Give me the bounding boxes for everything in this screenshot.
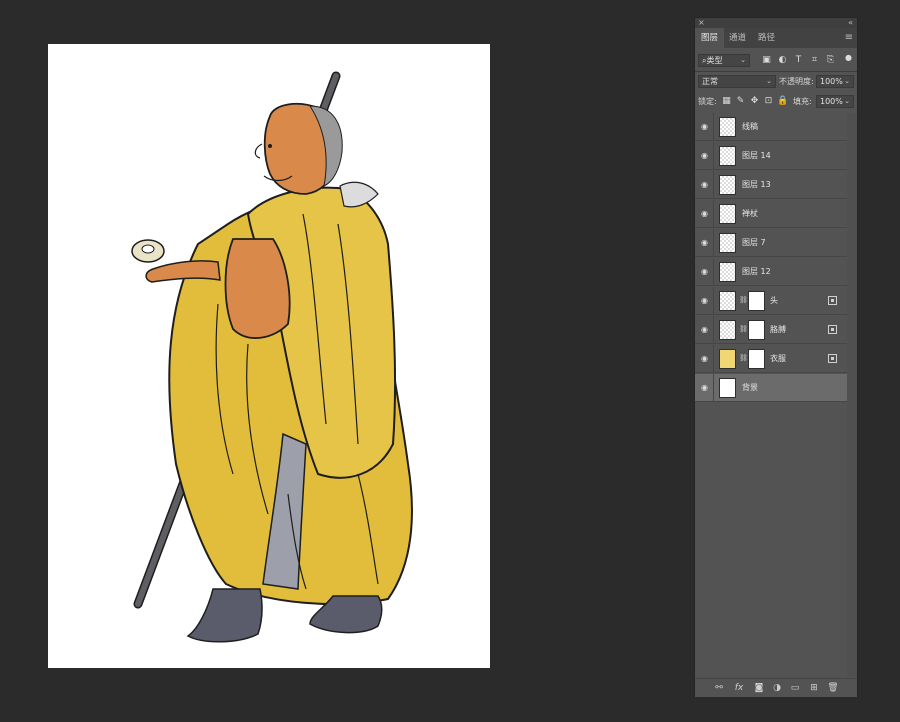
lock-position-icon[interactable]: ✥ [749,96,760,107]
tab-layers[interactable]: 图层 [695,28,725,48]
eye-icon[interactable]: ◉ [701,151,711,161]
layer-thumbnail [719,175,736,195]
layer-name[interactable]: 图层 12 [742,258,771,286]
smart-object-icon [828,354,837,363]
chevron-down-icon: ⌄ [766,77,772,85]
layer-row-selected[interactable]: ◉ 背景 [695,374,847,402]
layer-row[interactable]: ◉ ⛓ 头 [695,287,847,315]
add-mask-icon[interactable]: ◙ [753,682,765,694]
new-layer-icon[interactable]: ⊞ [808,682,820,694]
layer-thumbnail [719,262,736,282]
lock-transparent-icon[interactable]: ▦ [721,96,732,107]
type-filter-icon[interactable]: T [793,55,804,66]
adjustment-filter-icon[interactable]: ◐ [777,55,788,66]
tab-channels[interactable]: 通道 [723,28,752,48]
layer-mask-thumbnail[interactable] [748,349,765,369]
close-icon[interactable]: × [698,18,705,28]
layer-thumbnail [719,233,736,253]
smart-object-filter-icon[interactable]: ⎘ [825,55,836,66]
chevron-down-icon: ⌄ [844,97,850,105]
panel-menu-icon[interactable]: ≡ [845,31,853,45]
monk-illustration [131,71,413,643]
layer-name[interactable]: 背景 [742,374,758,402]
panel-titlebar: × « [695,18,857,28]
link-layers-icon[interactable]: ⚯ [713,682,725,694]
layer-name[interactable]: 图层 7 [742,229,766,257]
new-group-icon[interactable]: ▭ [789,682,801,694]
layer-row[interactable]: ◉ 图层 12 [695,258,847,286]
document-canvas[interactable] [48,44,490,668]
eye-icon[interactable]: ◉ [701,209,711,219]
layer-name[interactable]: 衣服 [770,345,786,373]
collapse-icon[interactable]: « [848,18,853,28]
layer-thumbnail [719,349,736,369]
lock-row: 锁定: ▦ ✎ ✥ ⊡ 🔒 填充: 100% ⌄ [695,95,857,109]
lock-label: 锁定: [698,97,717,106]
layer-name[interactable]: 禅杖 [742,200,758,228]
layer-row[interactable]: ◉ ⛓ 衣服 [695,345,847,373]
layer-thumbnail [719,117,736,137]
lock-image-icon[interactable]: ✎ [735,96,746,107]
smart-object-icon [828,325,837,334]
layer-row[interactable]: ◉ 线稿 [695,113,847,141]
divider [695,71,857,72]
link-icon[interactable]: ⛓ [739,325,748,333]
layers-bottom-toolbar: ⚯ fx ◙ ◑ ▭ ⊞ 🗑 [695,678,857,697]
link-icon[interactable]: ⛓ [739,296,748,304]
delete-layer-icon[interactable]: 🗑 [827,682,839,694]
layer-thumbnail [719,378,736,398]
layer-mask-thumbnail[interactable] [748,320,765,340]
shape-filter-icon[interactable]: ⌗ [809,55,820,66]
layer-mask-thumbnail[interactable] [748,291,765,311]
layers-panel: × « 图层 通道 路径 ≡ ⌕类型 ⌄ ▣ ◐ T ⌗ ⎘ ● 正常 ⌄ 不透… [694,17,858,697]
fill-input[interactable]: 100% ⌄ [816,95,854,108]
eye-icon[interactable]: ◉ [701,122,711,132]
eye-icon[interactable]: ◉ [701,354,711,364]
layer-name[interactable]: 图层 14 [742,142,771,170]
layers-scrollbar[interactable] [847,113,857,676]
layer-style-icon[interactable]: fx [733,682,745,694]
layer-name[interactable]: 头 [770,287,778,315]
blend-mode-select[interactable]: 正常 ⌄ [698,75,776,88]
layer-thumbnail [719,204,736,224]
eye-icon[interactable]: ◉ [701,325,711,335]
layer-row[interactable]: ◉ 图层 7 [695,229,847,257]
layer-name[interactable]: 图层 13 [742,171,771,199]
panel-tabs: 图层 通道 路径 ≡ [695,28,857,48]
eye-icon[interactable]: ◉ [701,296,711,306]
eye-icon[interactable]: ◉ [701,238,711,248]
lock-artboard-icon[interactable]: ⊡ [763,96,774,107]
eye-icon[interactable]: ◉ [701,383,711,393]
smart-object-icon [828,296,837,305]
filter-row: ⌕类型 ⌄ ▣ ◐ T ⌗ ⎘ ● [695,52,857,68]
eye-icon[interactable]: ◉ [701,267,711,277]
layer-thumbnail [719,146,736,166]
layer-row[interactable]: ◉ ⛓ 胳膊 [695,316,847,344]
tab-paths[interactable]: 路径 [752,28,781,48]
filter-toggle-icon[interactable]: ● [843,52,854,63]
layer-thumbnail [719,291,736,311]
layer-thumbnail [719,320,736,340]
layer-row[interactable]: ◉ 图层 14 [695,142,847,170]
chevron-down-icon: ⌄ [740,56,746,64]
fill-label: 填充: [793,97,812,106]
layer-name[interactable]: 线稿 [742,113,758,141]
blend-row: 正常 ⌄ 不透明度: 100% ⌄ [695,75,857,89]
eye-icon[interactable]: ◉ [701,180,711,190]
chevron-down-icon: ⌄ [844,77,850,85]
opacity-input[interactable]: 100% ⌄ [816,75,854,88]
adjustment-layer-icon[interactable]: ◑ [771,682,783,694]
lock-all-icon[interactable]: 🔒 [777,96,788,107]
layer-row[interactable]: ◉ 图层 13 [695,171,847,199]
layer-name[interactable]: 胳膊 [770,316,786,344]
image-filter-icon[interactable]: ▣ [761,55,772,66]
opacity-label: 不透明度: [779,77,814,86]
layer-row[interactable]: ◉ 禅杖 [695,200,847,228]
filter-kind-select[interactable]: ⌕类型 ⌄ [698,54,750,67]
link-icon[interactable]: ⛓ [739,354,748,362]
